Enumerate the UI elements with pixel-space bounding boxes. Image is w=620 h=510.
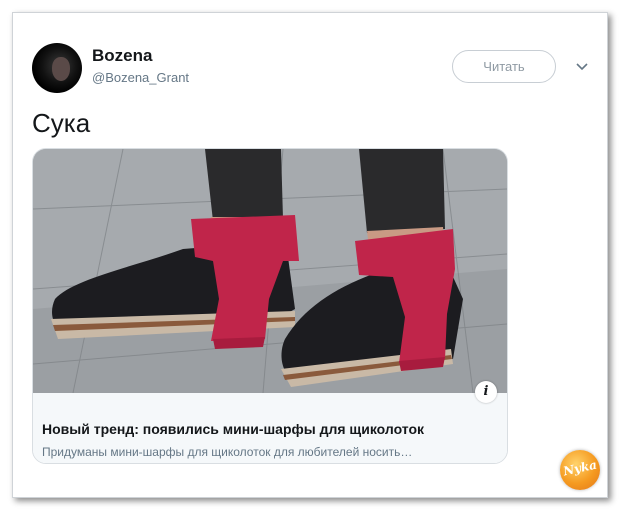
card-image <box>33 149 507 393</box>
avatar[interactable] <box>32 43 82 93</box>
watermark-text: Nyka <box>561 457 599 479</box>
tweet-text: Сука <box>32 108 91 138</box>
card-footer[interactable]: Новый тренд: появились мини-шарфы для щи… <box>33 393 507 463</box>
link-card[interactable]: Новый тренд: появились мини-шарфы для щи… <box>32 148 508 464</box>
card-description: Придуманы мини-шарфы для щиколоток для л… <box>42 445 413 459</box>
chevron-down-icon[interactable] <box>576 62 588 72</box>
info-icon[interactable]: i <box>475 381 497 403</box>
watermark-logo: Nyka <box>560 450 600 490</box>
follow-button[interactable]: Читать <box>452 50 556 83</box>
avatar-face <box>52 57 70 81</box>
author-name[interactable]: Bozena <box>92 46 152 66</box>
author-handle[interactable]: @Bozena_Grant <box>92 70 189 85</box>
card-title[interactable]: Новый тренд: появились мини-шарфы для щи… <box>42 421 424 437</box>
